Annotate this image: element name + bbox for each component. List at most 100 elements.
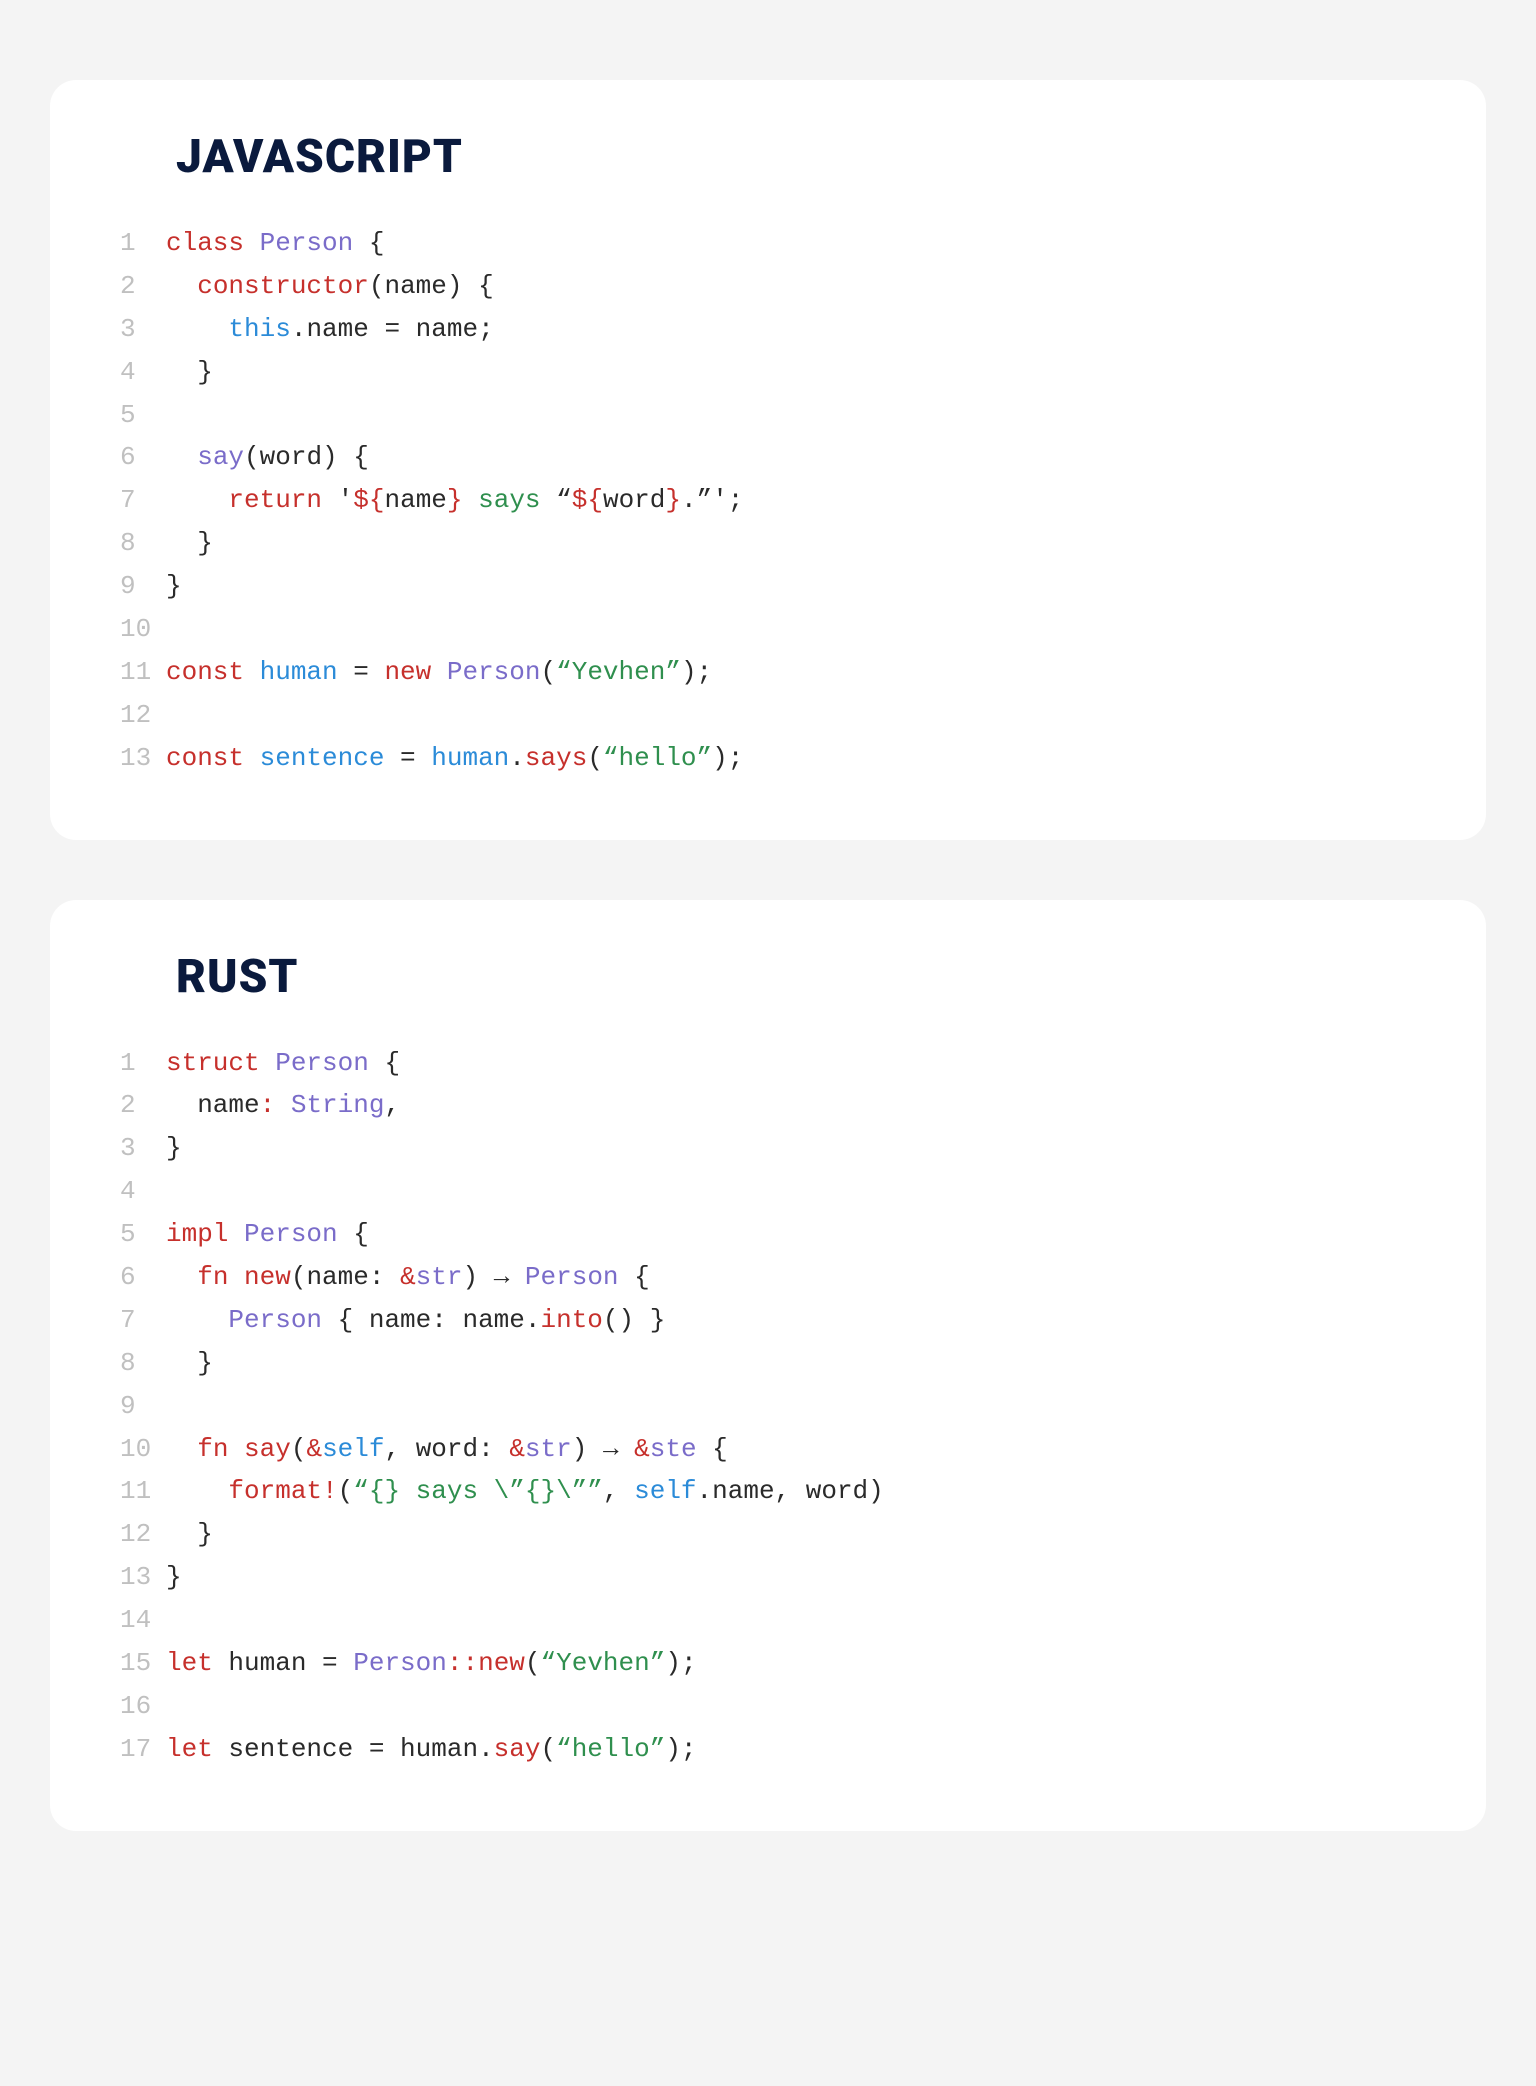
line-content: struct Person { [166, 1042, 1416, 1085]
token-cls: Person [447, 657, 541, 687]
token-txt: .”'; [681, 485, 743, 515]
code-line: 7 Person { name: name.into() } [120, 1299, 1416, 1342]
line-content [166, 1170, 1416, 1213]
token-txt: ); [681, 657, 712, 687]
token-kw: new [384, 657, 446, 687]
token-txt [166, 1262, 197, 1292]
line-content: } [166, 351, 1416, 394]
token-txt: { [353, 228, 384, 258]
token-mth: } [447, 485, 463, 515]
code-line: 1struct Person { [120, 1042, 1416, 1085]
token-txt: = [384, 743, 431, 773]
line-number: 7 [120, 479, 166, 522]
line-number: 11 [120, 1470, 166, 1513]
token-kw: : [260, 1090, 291, 1120]
line-content: constructor(name) { [166, 265, 1416, 308]
code-line: 3 this.name = name; [120, 308, 1416, 351]
token-txt: } [166, 357, 213, 387]
line-content: let sentence = human.say(“hello”); [166, 1728, 1416, 1771]
token-txt: “ [556, 485, 572, 515]
token-mth: new [478, 1648, 525, 1678]
code-line: 10 fn say(&self, word: &str) → &ste { [120, 1428, 1416, 1471]
token-txt: ( [338, 1476, 354, 1506]
token-str: “{} says \”{}\”” [353, 1476, 603, 1506]
code-line: 9 [120, 1385, 1416, 1428]
token-id: sentence [260, 743, 385, 773]
token-kw: impl [166, 1219, 244, 1249]
token-mth: new [244, 1262, 291, 1292]
line-content: Person { name: name.into() } [166, 1299, 1416, 1342]
line-content: name: String, [166, 1084, 1416, 1127]
token-txt: } [166, 1519, 213, 1549]
line-content: } [166, 1556, 1416, 1599]
token-txt: } [166, 528, 213, 558]
token-txt: ( [540, 1734, 556, 1764]
line-content [166, 694, 1416, 737]
code-line: 7 return '${name} says “${word}.”'; [120, 479, 1416, 522]
line-number: 4 [120, 351, 166, 394]
line-number: 9 [120, 1385, 166, 1428]
line-content: return '${name} says “${word}.”'; [166, 479, 1416, 522]
token-txt: (name: [291, 1262, 400, 1292]
token-mth: say [244, 1434, 291, 1464]
token-txt: ' [322, 485, 353, 515]
line-content: impl Person { [166, 1213, 1416, 1256]
token-cls: str [416, 1262, 463, 1292]
code-line: 5impl Person { [120, 1213, 1416, 1256]
line-content: this.name = name; [166, 308, 1416, 351]
token-mth: into [540, 1305, 602, 1335]
code-line: 4 [120, 1170, 1416, 1213]
code-line: 9} [120, 565, 1416, 608]
line-number: 11 [120, 651, 166, 694]
line-content: } [166, 1513, 1416, 1556]
line-content: } [166, 565, 1416, 608]
token-txt: { [338, 1219, 369, 1249]
token-kw: :: [447, 1648, 478, 1678]
token-txt: (name) { [369, 271, 494, 301]
line-number: 15 [120, 1642, 166, 1685]
line-content [166, 394, 1416, 437]
card-title: RUST [120, 950, 1416, 1004]
code-line: 10 [120, 608, 1416, 651]
line-number: 6 [120, 436, 166, 479]
token-txt: () } [603, 1305, 665, 1335]
code-line: 13const sentence = human.says(“hello”); [120, 737, 1416, 780]
code-block: 1class Person {2 constructor(name) {3 th… [120, 222, 1416, 780]
token-kw: class [166, 228, 260, 258]
token-mth: format! [228, 1476, 337, 1506]
line-content: format!(“{} says \”{}\””, self.name, wor… [166, 1470, 1416, 1513]
line-content [166, 1385, 1416, 1428]
token-txt: } [166, 1562, 182, 1592]
line-content [166, 1685, 1416, 1728]
line-content [166, 608, 1416, 651]
code-line: 8 } [120, 522, 1416, 565]
line-content: say(word) { [166, 436, 1416, 479]
token-txt: , [384, 1090, 400, 1120]
line-number: 13 [120, 1556, 166, 1599]
code-line: 6 say(word) { [120, 436, 1416, 479]
code-line: 5 [120, 394, 1416, 437]
token-mth: says [525, 743, 587, 773]
line-number: 12 [120, 1513, 166, 1556]
token-kw: let [166, 1734, 228, 1764]
code-line: 2 constructor(name) { [120, 265, 1416, 308]
line-number: 3 [120, 1127, 166, 1170]
token-txt: , [603, 1476, 634, 1506]
code-line: 1class Person { [120, 222, 1416, 265]
token-txt: word [603, 485, 665, 515]
code-line: 2 name: String, [120, 1084, 1416, 1127]
token-txt: .name, word) [697, 1476, 884, 1506]
token-txt: = [338, 657, 385, 687]
line-number: 5 [120, 1213, 166, 1256]
code-line: 8 } [120, 1342, 1416, 1385]
code-line: 13} [120, 1556, 1416, 1599]
line-number: 2 [120, 1084, 166, 1127]
token-cls: Person [260, 228, 354, 258]
token-kw: & [634, 1434, 650, 1464]
token-kw: struct [166, 1048, 275, 1078]
token-txt: ) → [572, 1434, 634, 1464]
token-txt: sentence = human. [228, 1734, 493, 1764]
line-number: 8 [120, 1342, 166, 1385]
line-number: 10 [120, 608, 166, 651]
token-txt: , word: [384, 1434, 509, 1464]
